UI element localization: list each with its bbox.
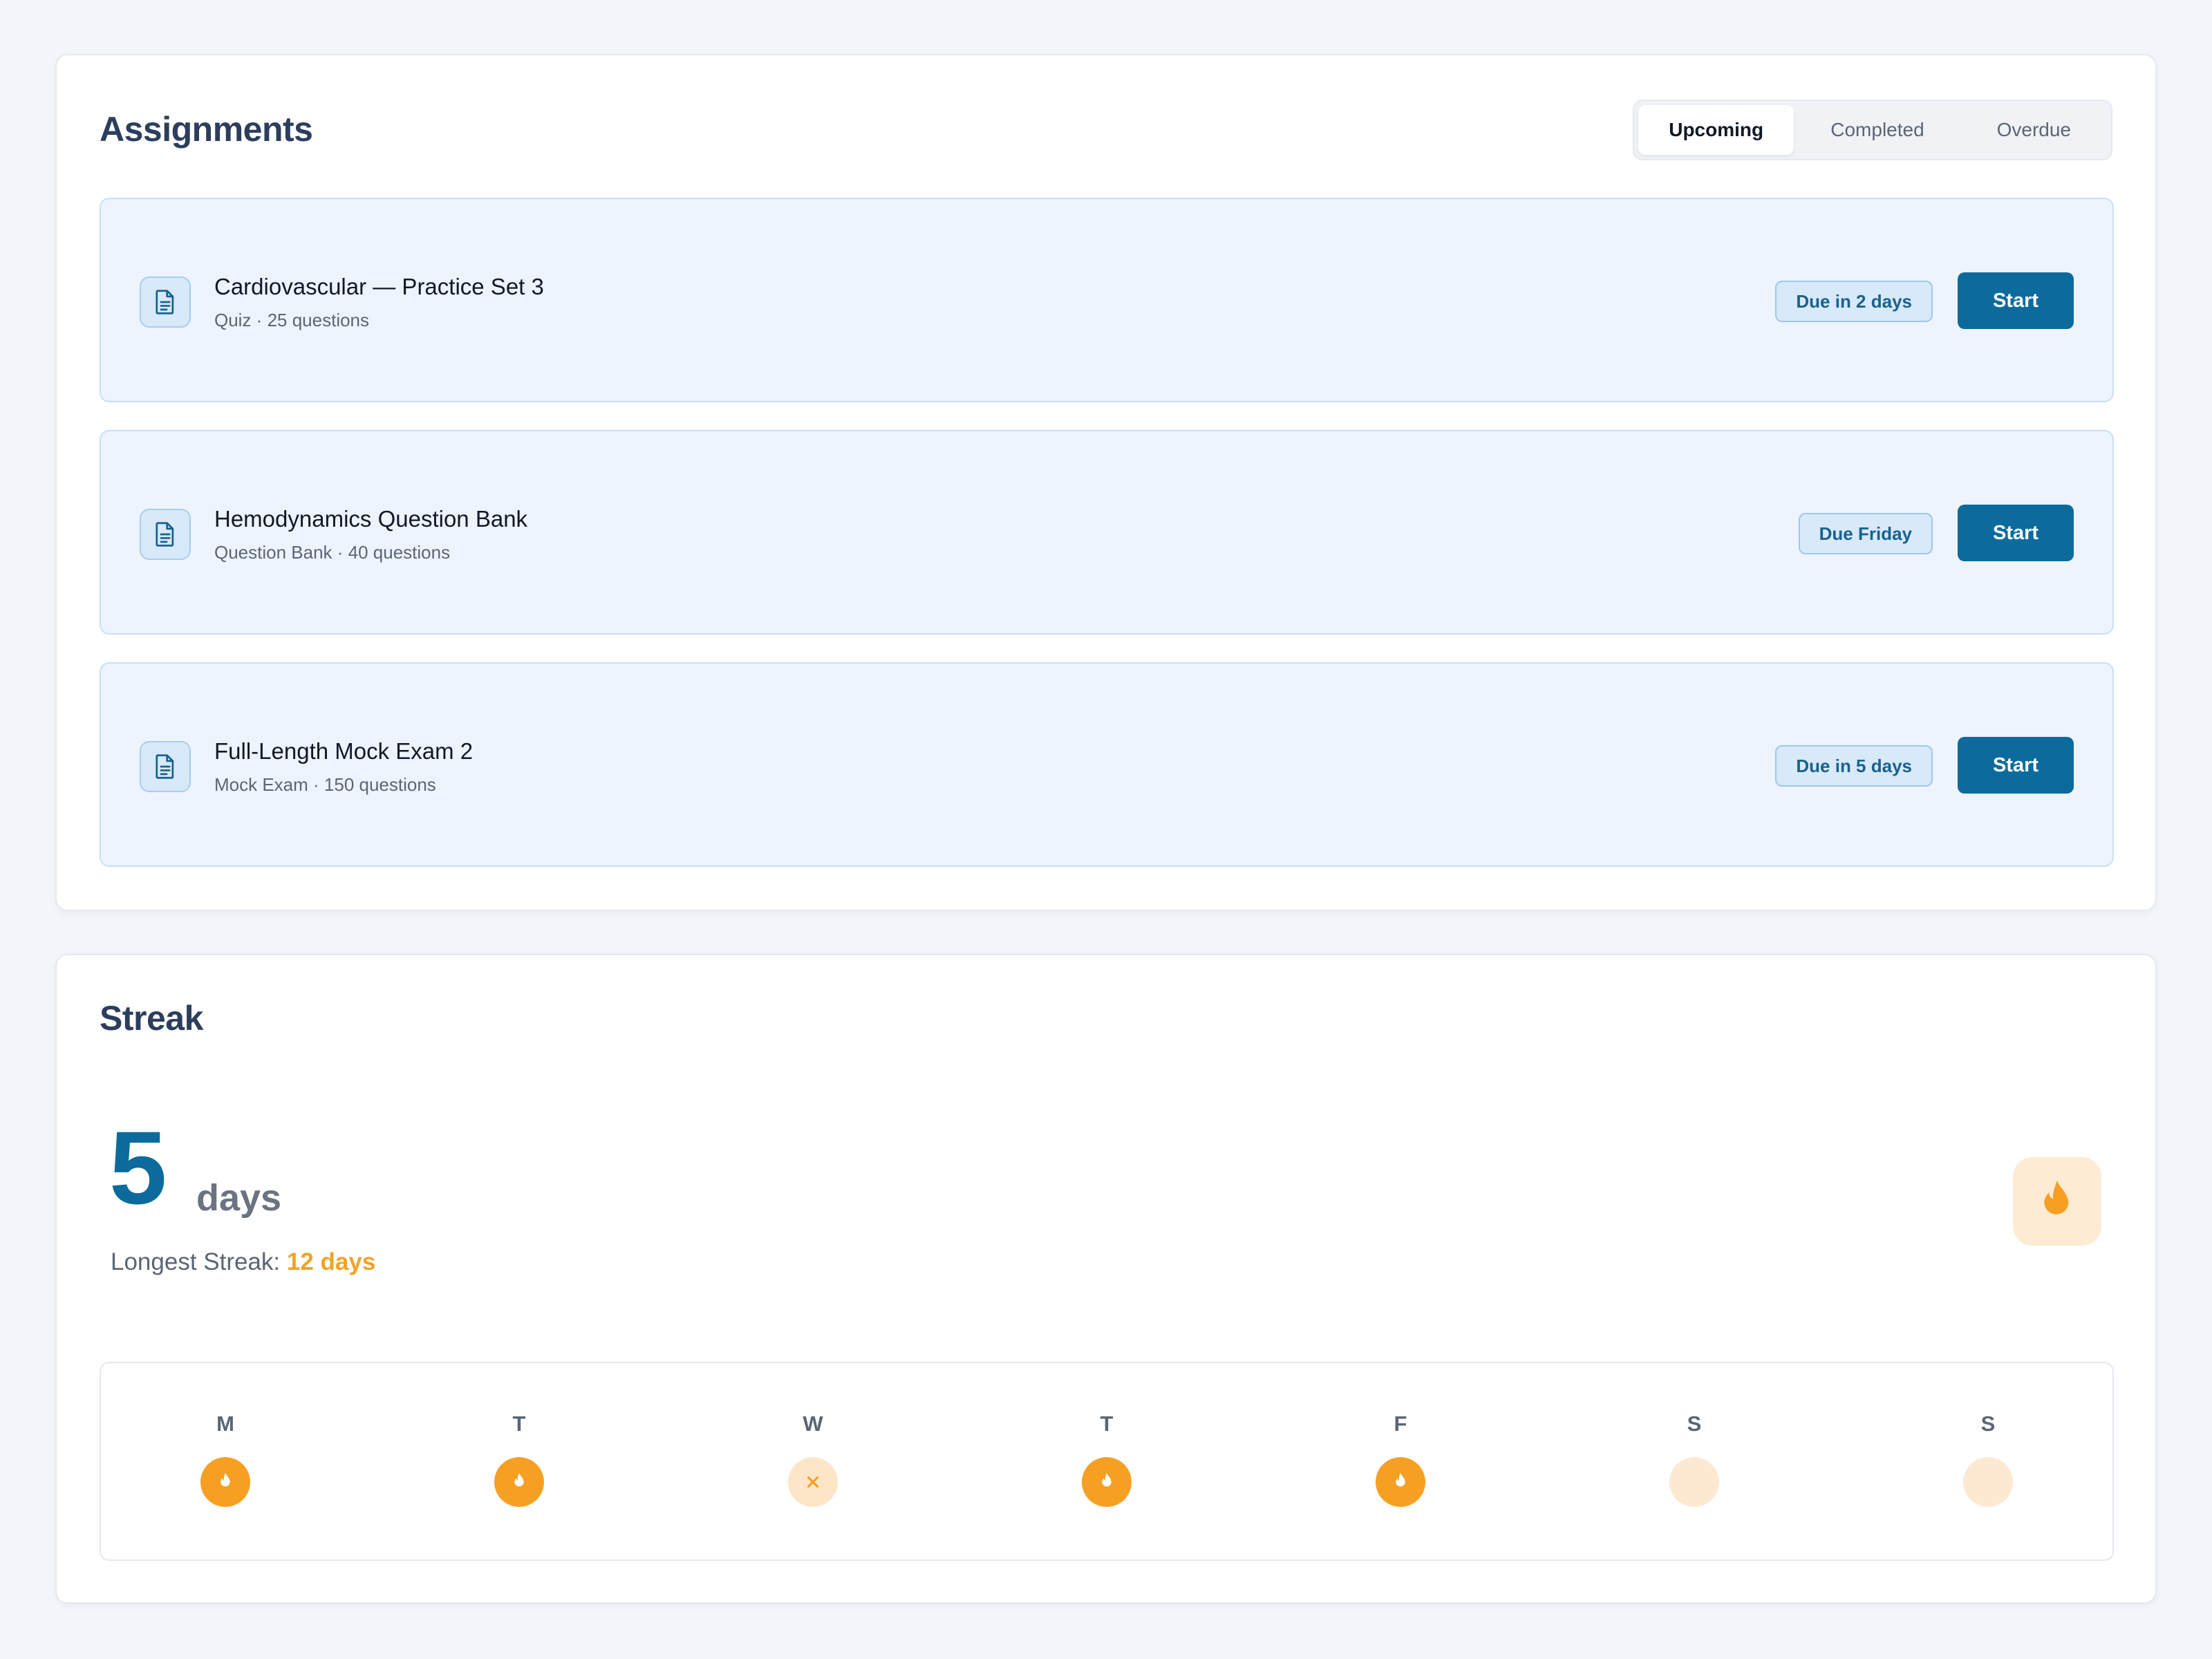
day-column: M <box>184 1363 267 1562</box>
missed-x-icon <box>788 1457 838 1507</box>
empty-day-dot <box>1669 1457 1719 1507</box>
assignment-row: Hemodynamics Question Bank Question Bank… <box>100 430 2114 635</box>
assignment-subtitle: Mock Exam · 150 questions <box>214 774 436 795</box>
flame-icon <box>1376 1457 1425 1507</box>
assignment-row: Full-Length Mock Exam 2 Mock Exam · 150 … <box>100 662 2114 867</box>
tab-overdue[interactable]: Overdue <box>1961 105 2107 155</box>
document-icon <box>140 741 191 792</box>
day-column: S <box>1947 1363 2030 1562</box>
assignment-tabs: Upcoming Completed Overdue <box>1633 100 2112 160</box>
day-label: T <box>1100 1412 1114 1436</box>
day-label: S <box>1687 1412 1702 1436</box>
assignment-title: Full-Length Mock Exam 2 <box>214 738 474 764</box>
assignment-row: Cardiovascular — Practice Set 3 Quiz · 2… <box>100 198 2114 402</box>
day-column: S <box>1653 1363 1736 1562</box>
flame-icon <box>494 1457 544 1507</box>
week-tracker: MTWTFSS <box>100 1362 2114 1561</box>
longest-streak: Longest Streak: 12 days <box>111 1248 375 1276</box>
assignments-title: Assignments <box>100 110 313 149</box>
flame-icon <box>1082 1457 1132 1507</box>
assignment-subtitle: Quiz · 25 questions <box>214 310 370 330</box>
day-column: T <box>1065 1363 1148 1562</box>
longest-streak-value: 12 days <box>286 1248 376 1275</box>
streak-card: Streak 5 days Longest Streak: 12 days M T… <box>55 954 2157 1604</box>
due-badge: Due Friday <box>1798 513 1933 554</box>
assignments-card: Assignments Upcoming Completed Overdue C… <box>55 54 2157 911</box>
day-label: S <box>1980 1412 1996 1436</box>
assignment-title: Cardiovascular — Practice Set 3 <box>214 274 544 299</box>
day-label: W <box>803 1412 823 1436</box>
tab-completed[interactable]: Completed <box>1794 105 1960 155</box>
start-button[interactable]: Start <box>1958 737 2074 794</box>
due-badge: Due in 2 days <box>1775 281 1933 322</box>
empty-day-dot <box>1963 1457 2013 1507</box>
streak-unit: days <box>196 1177 282 1219</box>
assignment-subtitle: Question Bank · 40 questions <box>214 542 451 563</box>
due-badge: Due in 5 days <box>1775 745 1933 787</box>
start-button[interactable]: Start <box>1958 505 2074 561</box>
day-column: W <box>771 1363 854 1562</box>
document-icon <box>140 276 191 328</box>
flame-badge <box>2013 1157 2101 1246</box>
day-label: T <box>512 1412 526 1436</box>
flame-icon <box>2044 1180 2069 1215</box>
day-label: M <box>216 1412 234 1436</box>
streak-title: Streak <box>100 999 203 1038</box>
document-icon <box>140 509 191 560</box>
tab-upcoming[interactable]: Upcoming <box>1638 105 1794 155</box>
day-label: F <box>1394 1412 1407 1436</box>
streak-count: 5 <box>109 1109 167 1226</box>
flame-icon <box>200 1457 250 1507</box>
longest-streak-label: Longest Streak: <box>111 1248 281 1275</box>
assignment-title: Hemodynamics Question Bank <box>214 506 528 532</box>
start-button[interactable]: Start <box>1958 272 2074 329</box>
day-column: T <box>478 1363 561 1562</box>
day-column: F <box>1359 1363 1442 1562</box>
